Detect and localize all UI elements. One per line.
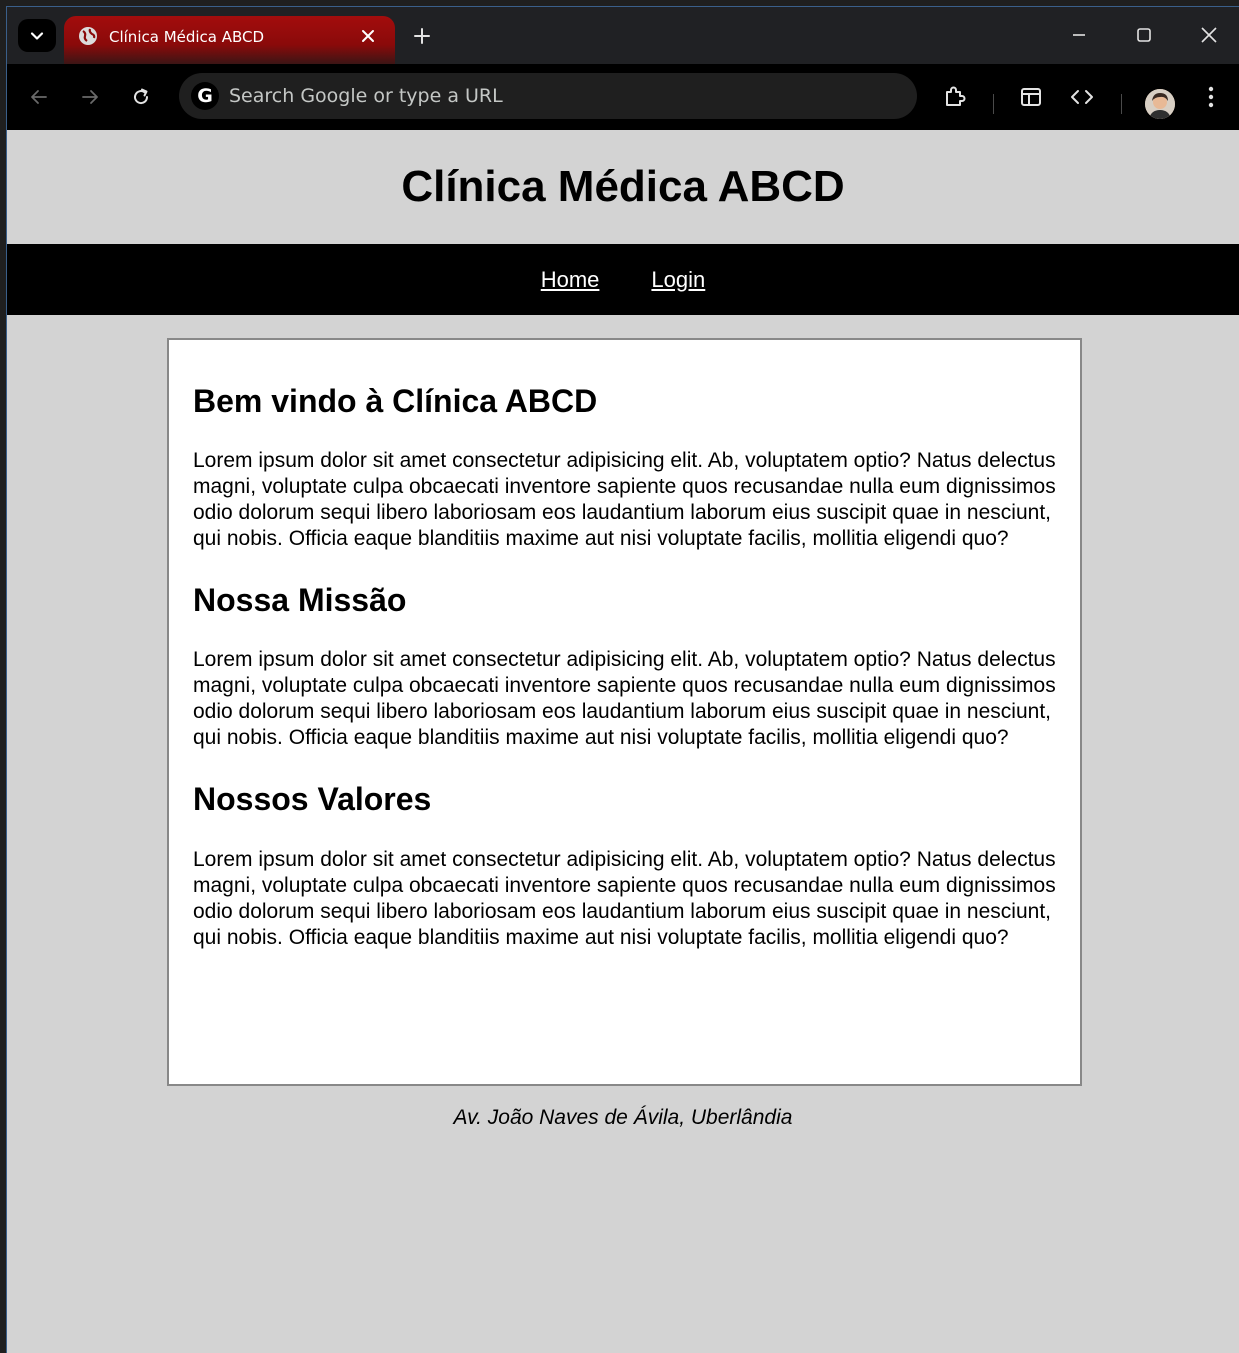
more-menu-icon [1208, 86, 1214, 108]
toolbar-separator [1121, 94, 1122, 114]
reload-button[interactable] [125, 81, 157, 113]
close-icon [362, 30, 374, 42]
tab-search-button[interactable] [18, 19, 56, 52]
site-nav: Home Login [7, 244, 1239, 315]
reload-icon [134, 88, 149, 105]
devtools-icon [1071, 90, 1093, 104]
nav-link-login[interactable]: Login [651, 267, 705, 293]
browser-window: Clínica Médica ABCD G Search Google or t… [7, 7, 1239, 1353]
window-close-button[interactable] [1189, 19, 1229, 51]
extensions-button[interactable] [939, 81, 971, 113]
minimize-button[interactable] [1059, 19, 1099, 51]
omnibox[interactable]: G [179, 73, 917, 119]
web-page: Clínica Médica ABCD Home Login Bem vindo… [7, 130, 1239, 1353]
maximize-button[interactable] [1124, 19, 1164, 51]
nav-link-home[interactable]: Home [541, 267, 600, 293]
side-panel-icon [1021, 88, 1041, 106]
site-header: Clínica Médica ABCD [7, 130, 1239, 244]
tab-close-button[interactable] [356, 24, 380, 48]
tab-active[interactable]: Clínica Médica ABCD [64, 16, 395, 64]
back-button[interactable] [23, 81, 55, 113]
devtools-button[interactable] [1066, 81, 1098, 113]
tab-search-icon [30, 31, 44, 40]
address-input[interactable] [229, 81, 829, 111]
tab-title: Clínica Médica ABCD [109, 28, 265, 46]
footer-address: Av. João Naves de Ávila, Uberlândia [453, 1106, 793, 1129]
section-heading-welcome: Bem vindo à Clínica ABCD [193, 383, 598, 419]
minimize-icon [1073, 34, 1085, 36]
tab-strip: Clínica Médica ABCD [7, 7, 1239, 64]
more-menu-button[interactable] [1195, 81, 1227, 113]
site-title: Clínica Médica ABCD [401, 162, 845, 211]
toolbar-separator [993, 94, 994, 114]
forward-arrow-icon [82, 90, 98, 104]
browser-toolbar: G [7, 64, 1239, 130]
side-panel-button[interactable] [1015, 81, 1047, 113]
maximize-icon [1137, 28, 1151, 42]
avatar-image [1145, 89, 1175, 119]
window-close-icon [1201, 27, 1217, 43]
back-arrow-icon [31, 90, 47, 104]
content-card: Bem vindo à Clínica ABCD Lorem ipsum dol… [167, 338, 1082, 1086]
new-tab-button[interactable] [407, 21, 437, 51]
forward-button[interactable] [74, 81, 106, 113]
section-text-mission: Lorem ipsum dolor sit amet consectetur a… [193, 648, 1056, 750]
extensions-icon [946, 86, 966, 106]
section-text-welcome: Lorem ipsum dolor sit amet consectetur a… [193, 449, 1056, 551]
avatar[interactable] [1145, 89, 1175, 119]
plus-icon [414, 28, 430, 44]
section-text-values: Lorem ipsum dolor sit amet consectetur a… [193, 847, 1056, 949]
section-heading-values: Nossos Valores [193, 781, 432, 818]
globe-icon [79, 27, 97, 45]
section-heading-mission: Nossa Missão [193, 582, 407, 619]
google-icon: G [191, 82, 219, 110]
